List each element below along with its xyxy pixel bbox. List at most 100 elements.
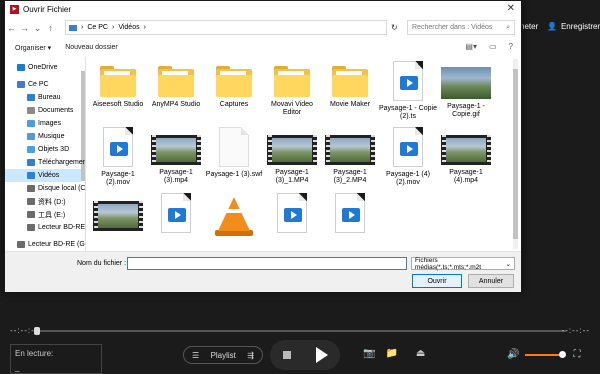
nav-item[interactable]: 资料 (D:) [5, 195, 81, 208]
folder-icon[interactable]: 📁 [385, 348, 397, 359]
file-name: Paysage-1 (3)_2.MP4 [333, 169, 367, 184]
desktop-icon [27, 94, 35, 101]
file-item[interactable]: Paysage-1 - Copie.gif [437, 59, 495, 119]
disk-icon [27, 211, 35, 218]
nav-item-label: OneDrive [28, 64, 58, 71]
register-button[interactable]: 👤 Enregistrer [547, 22, 600, 31]
nav-item-label: Ce PC [28, 81, 49, 88]
nav-item[interactable]: 工具 (E:) [5, 208, 81, 221]
play-icon[interactable] [315, 347, 328, 363]
volume-slider[interactable] [525, 350, 567, 358]
seek-track[interactable] [36, 330, 566, 332]
search-input[interactable]: Rechercher dans : Vidéos ⌕ [407, 20, 515, 35]
fullscreen-icon[interactable]: ⛶ [573, 349, 580, 360]
address-bar[interactable]: › Ce PC › Vidéos › [65, 20, 387, 35]
filename-input[interactable] [127, 257, 407, 270]
seek-handle[interactable] [34, 327, 40, 335]
file-item[interactable]: Captures [205, 59, 263, 109]
file-name: Aiseesoft Studio [92, 101, 144, 108]
stop-icon[interactable] [282, 351, 291, 359]
nav-item[interactable]: Bureau [5, 91, 81, 104]
nav-item[interactable]: Téléchargements [5, 156, 85, 169]
file-item[interactable] [89, 191, 147, 235]
file-item[interactable]: AnyMP4 Studio [147, 59, 205, 109]
download-icon [27, 159, 35, 166]
breadcrumb-separator: › [143, 24, 146, 31]
close-icon[interactable]: ✕ [507, 3, 515, 14]
buy-button[interactable]: heter [520, 22, 538, 31]
disc-drive-icon [17, 241, 25, 248]
new-folder-button[interactable]: Nouveau dossier [65, 44, 118, 51]
file-item[interactable]: Paysage-1 (3).mp4 [147, 125, 205, 185]
pc-small-icon [69, 24, 77, 31]
navigation-pane: OneDrive Ce PC Bureau Documents Images Musiqu… [5, 57, 86, 251]
file-item[interactable] [147, 191, 205, 237]
disk-icon [27, 198, 35, 205]
nav-item[interactable]: Musique [5, 130, 81, 143]
open-button[interactable]: Ouvrir [412, 274, 462, 288]
eject-icon[interactable]: ⏏ [416, 348, 425, 359]
nav-item[interactable]: Images [5, 117, 81, 130]
camera-icon[interactable]: 📷 [363, 348, 375, 359]
nav-item[interactable]: Lecteur BD-RE (G [5, 221, 85, 234]
forward-icon[interactable]: → [18, 23, 31, 33]
breadcrumb-pc[interactable]: Ce PC [87, 24, 108, 31]
nav-item[interactable]: Disque local (C:) [5, 182, 85, 195]
file-name: Captures [219, 101, 249, 108]
nav-item[interactable]: Objets 3D [5, 143, 81, 156]
playlist-button[interactable]: ☰ Playlist ⇶ [183, 346, 263, 364]
file-item[interactable] [205, 191, 263, 240]
tool-icons: 📷 📁 ⏏ [363, 348, 425, 359]
nav-item[interactable]: Lecteur BD-RE (G: [5, 238, 85, 251]
filetype-select[interactable]: Fichiers médias(*.ts;*.mts;*.m2t ⌄ [411, 257, 515, 271]
video-thumbnail [321, 135, 379, 165]
file-item[interactable]: Paysage-1 (3)_2.MP4 [321, 125, 379, 185]
file-name: AnyMP4 Studio [151, 101, 201, 108]
seek-bar[interactable]: --:--:-- --:--:-- [0, 322, 600, 340]
chevron-down-icon[interactable]: ⌄ [31, 23, 44, 34]
view-mode-icon[interactable]: ▤▾ [465, 42, 477, 51]
playlist-icon: ☰ [192, 350, 200, 360]
file-item[interactable]: Paysage-1 (3)_1.MP4 [263, 125, 321, 185]
file-name: Paysage-1 (4) (2).mov [386, 171, 430, 186]
file-name: Paysage-1 - Copie.gif [447, 103, 485, 118]
file-item[interactable]: Paysage-1 (4) (2).mov [379, 125, 437, 187]
disk-icon [27, 185, 35, 192]
video-file-icon [321, 193, 379, 233]
command-bar: Organiser ▾ Nouveau dossier ▤▾ ▭ ? [5, 39, 521, 56]
video-file-icon [379, 61, 437, 101]
up-icon[interactable]: ↑ [44, 23, 57, 33]
nav-item-label: Lecteur BD-RE (G: [28, 241, 86, 248]
volume-knob[interactable] [559, 350, 567, 358]
search-icon: ⌕ [506, 23, 510, 31]
refresh-icon[interactable]: ↻ [391, 23, 398, 32]
cancel-button[interactable]: Annuler [468, 274, 514, 288]
search-placeholder: Rechercher dans : Vidéos [412, 24, 493, 31]
volume-icon[interactable]: 🔊 [507, 349, 519, 360]
file-item[interactable]: Paysage-1 (2).mov [89, 125, 147, 187]
file-item[interactable]: Paysage-1 (4).mp4 [437, 125, 495, 185]
file-item[interactable] [321, 191, 379, 237]
file-item[interactable]: Movavi Video Editor [263, 59, 321, 117]
total-time: --:--:-- [561, 326, 590, 335]
file-item[interactable] [263, 191, 321, 237]
file-name: Paysage-1 (3)_1.MP4 [275, 169, 309, 184]
folder-icon [205, 66, 263, 97]
file-item[interactable]: Aiseesoft Studio [89, 59, 147, 109]
buy-label: heter [520, 22, 539, 31]
back-icon[interactable]: ← [5, 23, 18, 33]
file-item[interactable]: Paysage-1 - Copie (2).ts [379, 59, 437, 121]
breadcrumb-videos[interactable]: Vidéos [118, 24, 139, 31]
organize-button[interactable]: Organiser ▾ [15, 44, 51, 52]
nav-item[interactable]: Ce PC [5, 78, 81, 91]
nav-item[interactable]: Documents [5, 104, 81, 117]
file-item[interactable]: Movie Maker [321, 59, 379, 109]
now-playing-panel: En lecture: _ [10, 344, 102, 374]
nav-item[interactable]: OneDrive [5, 61, 81, 74]
file-list-scrollbar[interactable] [513, 59, 518, 249]
nav-item-label: Vidéos [38, 172, 60, 179]
help-icon[interactable]: ? [509, 42, 513, 51]
preview-pane-icon[interactable]: ▭ [489, 42, 497, 51]
file-item[interactable]: Paysage-1 (3).swf [205, 125, 263, 179]
nav-item[interactable]: Vidéos [5, 169, 81, 182]
